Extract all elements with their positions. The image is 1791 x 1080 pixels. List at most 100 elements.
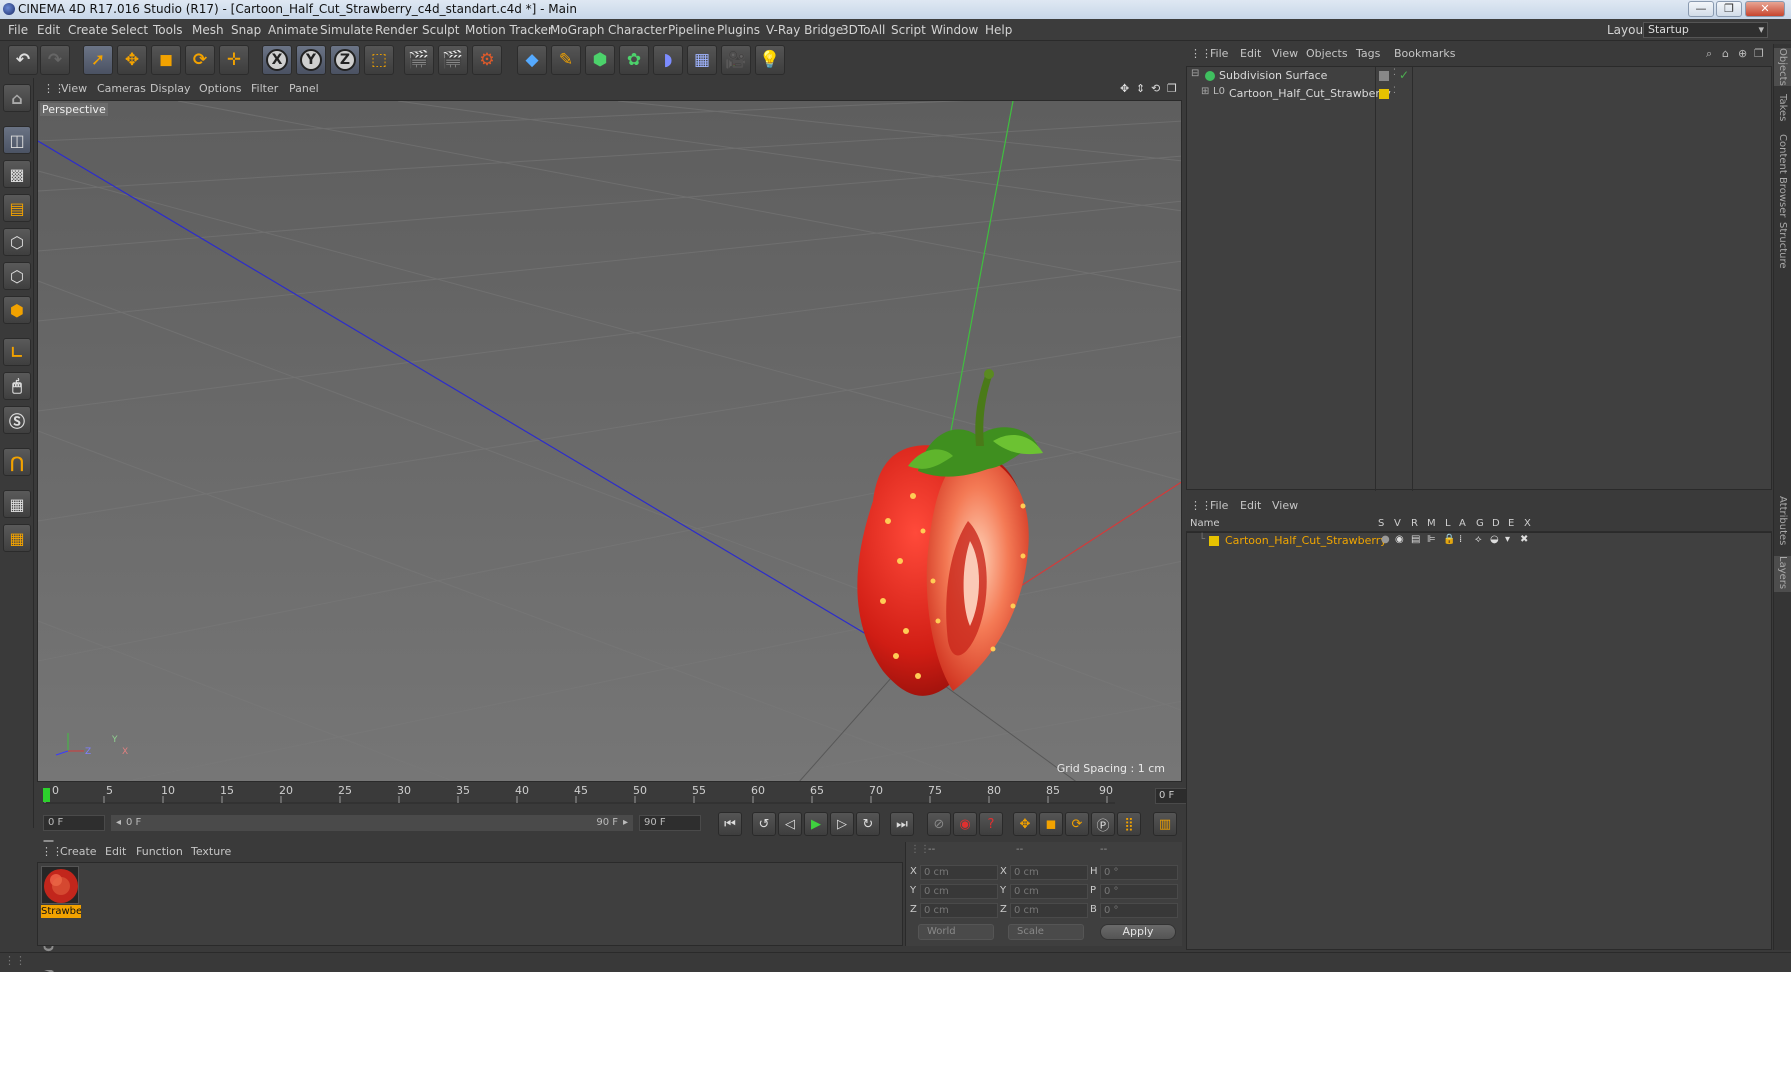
object-menu-bookmarks[interactable]: Bookmarks — [1394, 44, 1455, 64]
expand-icon[interactable]: ⊞ — [1201, 86, 1209, 97]
column-view[interactable]: V — [1394, 518, 1401, 529]
tab-content-browser[interactable]: Content Browser — [1774, 134, 1791, 217]
menu-3dtoall[interactable]: 3DToAll — [841, 19, 885, 41]
rotation-h-field[interactable]: 0 ° — [1100, 865, 1178, 880]
viewport-move-icon[interactable]: ✥ — [1120, 79, 1129, 99]
menu-window[interactable]: Window — [931, 19, 978, 41]
cube-primitive-icon[interactable]: ◆ — [517, 45, 547, 75]
manager-icon[interactable]: ⊫ — [1427, 534, 1436, 545]
animation-icon[interactable]: ⁞ — [1459, 534, 1462, 545]
render-view-icon[interactable]: 🎬 — [404, 45, 434, 75]
menu-render[interactable]: Render — [375, 19, 418, 41]
viewport-zoom-icon[interactable]: ⇕ — [1136, 79, 1145, 99]
layer-slot-icon[interactable] — [1379, 71, 1389, 81]
tab-takes[interactable]: Takes — [1774, 94, 1791, 128]
size-y-field[interactable]: 0 cm — [1010, 884, 1088, 899]
size-z-field[interactable]: 0 cm — [1010, 903, 1088, 918]
menu-sculpt[interactable]: Sculpt — [422, 19, 459, 41]
scale-icon[interactable]: ◼ — [151, 45, 181, 75]
menu-simulate[interactable]: Simulate — [320, 19, 373, 41]
material-swatch-strawberry[interactable] — [41, 866, 79, 904]
xref-icon[interactable]: ✖ — [1520, 534, 1528, 545]
move-icon[interactable]: ✥ — [117, 45, 147, 75]
transform-icon[interactable]: ✛ — [219, 45, 249, 75]
end-frame-field[interactable]: 90 F — [639, 815, 701, 831]
layer-name[interactable]: Cartoon_Half_Cut_Strawberry — [1225, 534, 1387, 547]
object-menu-edit[interactable]: Edit — [1240, 44, 1261, 64]
menu-character[interactable]: Character — [608, 19, 667, 41]
lock-workplane-icon[interactable]: ▦ — [3, 490, 31, 518]
planar-workplane-icon[interactable]: ▦ — [3, 524, 31, 552]
prev-key-icon[interactable]: ↺ — [752, 812, 776, 836]
coordinate-system-dropdown[interactable]: World — [918, 924, 994, 940]
key-parameter-icon[interactable]: Ⓟ — [1091, 812, 1115, 836]
material-menu-create[interactable]: Create — [60, 842, 97, 862]
material-menu-edit[interactable]: Edit — [105, 842, 126, 862]
collapse-icon[interactable]: ⊟ — [1191, 68, 1199, 79]
menu-vray-bridge[interactable]: V-Ray Bridge — [766, 19, 843, 41]
deformer-icon[interactable]: ◒ — [1490, 534, 1499, 545]
column-generators[interactable]: G — [1476, 518, 1484, 529]
menu-file[interactable]: File — [8, 19, 28, 41]
menu-create[interactable]: Create — [68, 19, 108, 41]
close-button[interactable]: ✕ — [1745, 1, 1785, 17]
object-menu-tags[interactable]: Tags — [1356, 44, 1380, 64]
column-deformers[interactable]: D — [1492, 518, 1500, 529]
edges-mode-icon[interactable]: ⬡ — [3, 262, 31, 290]
column-animation[interactable]: A — [1459, 518, 1466, 529]
viewport-rotate-icon[interactable]: ⟲ — [1151, 79, 1160, 99]
autokey-icon[interactable]: ? — [979, 812, 1003, 836]
expand-icon[interactable]: ❐ — [1754, 44, 1764, 64]
rotate-icon[interactable]: ⟳ — [185, 45, 215, 75]
object-name[interactable]: Cartoon_Half_Cut_Strawberry — [1229, 87, 1391, 100]
key-pla-icon[interactable]: ⣿ — [1117, 812, 1141, 836]
object-menu-file[interactable]: File — [1210, 44, 1228, 64]
prev-frame-icon[interactable]: ◁ — [778, 812, 802, 836]
object-menu-view[interactable]: View — [1272, 44, 1298, 64]
snap-icon[interactable]: Ⓢ — [3, 406, 31, 434]
apply-button[interactable]: Apply — [1100, 924, 1176, 940]
coordinate-system-icon[interactable]: ⬚ — [364, 45, 394, 75]
menu-mograph[interactable]: MoGraph — [550, 19, 605, 41]
tab-structure[interactable]: Structure — [1774, 222, 1791, 272]
spline-pen-icon[interactable]: ✎ — [551, 45, 581, 75]
next-key-icon[interactable]: ↻ — [856, 812, 880, 836]
position-z-field[interactable]: 0 cm — [920, 903, 998, 918]
goto-end-icon[interactable]: ⏭ — [890, 812, 914, 836]
key-rotation-icon[interactable]: ⟳ — [1065, 812, 1089, 836]
menu-edit[interactable]: Edit — [37, 19, 60, 41]
column-locked[interactable]: L — [1445, 518, 1451, 529]
layer-menu-file[interactable]: File — [1210, 496, 1228, 516]
layer-color-swatch[interactable] — [1209, 536, 1219, 546]
mograph-cloner-icon[interactable]: ✿ — [619, 45, 649, 75]
light-icon[interactable]: 💡 — [755, 45, 785, 75]
position-x-field[interactable]: 0 cm — [920, 865, 998, 880]
object-row-strawberry[interactable]: ⊞ L0 Cartoon_Half_Cut_Strawberry ⁚ — [1187, 86, 1773, 103]
material-menu-texture[interactable]: Texture — [191, 842, 231, 862]
goto-start-icon[interactable]: ⏮ — [718, 812, 742, 836]
column-manager[interactable]: M — [1427, 518, 1436, 529]
search-icon[interactable]: ⌕ — [1706, 44, 1712, 64]
viewport-menu-cameras[interactable]: Cameras — [97, 79, 146, 99]
position-y-field[interactable]: 0 cm — [920, 884, 998, 899]
texture-mode-icon[interactable]: ▩ — [3, 160, 31, 188]
enabled-check-icon[interactable]: ✓ — [1399, 68, 1409, 82]
tab-objects[interactable]: Objects — [1774, 48, 1791, 86]
minimize-button[interactable]: — — [1688, 1, 1714, 17]
model-mode-icon[interactable]: ◫ — [3, 126, 31, 154]
timeline-ruler[interactable]: 0 5 10 15 20 25 30 35 40 45 50 55 60 65 … — [37, 784, 1217, 804]
keyframe-selection-icon[interactable]: ⊘ — [927, 812, 951, 836]
rotation-b-field[interactable]: 0 ° — [1100, 903, 1178, 918]
layout-select[interactable]: Startup — [1643, 22, 1768, 38]
key-position-icon[interactable]: ✥ — [1013, 812, 1037, 836]
viewport-camera-label[interactable]: Perspective — [40, 103, 108, 116]
render-picture-viewer-icon[interactable]: 🎬 — [438, 45, 468, 75]
redo-icon[interactable]: ↷ — [40, 45, 70, 75]
object-menu-objects[interactable]: Objects — [1306, 44, 1348, 64]
maximize-button[interactable]: ❐ — [1716, 1, 1742, 17]
live-selection-icon[interactable]: ➚ — [83, 45, 113, 75]
viewport-menu-panel[interactable]: Panel — [289, 79, 319, 99]
menu-motion-tracker[interactable]: Motion Tracker — [465, 19, 553, 41]
layer-menu-edit[interactable]: Edit — [1240, 496, 1261, 516]
start-frame-field[interactable]: 0 F — [43, 815, 105, 831]
